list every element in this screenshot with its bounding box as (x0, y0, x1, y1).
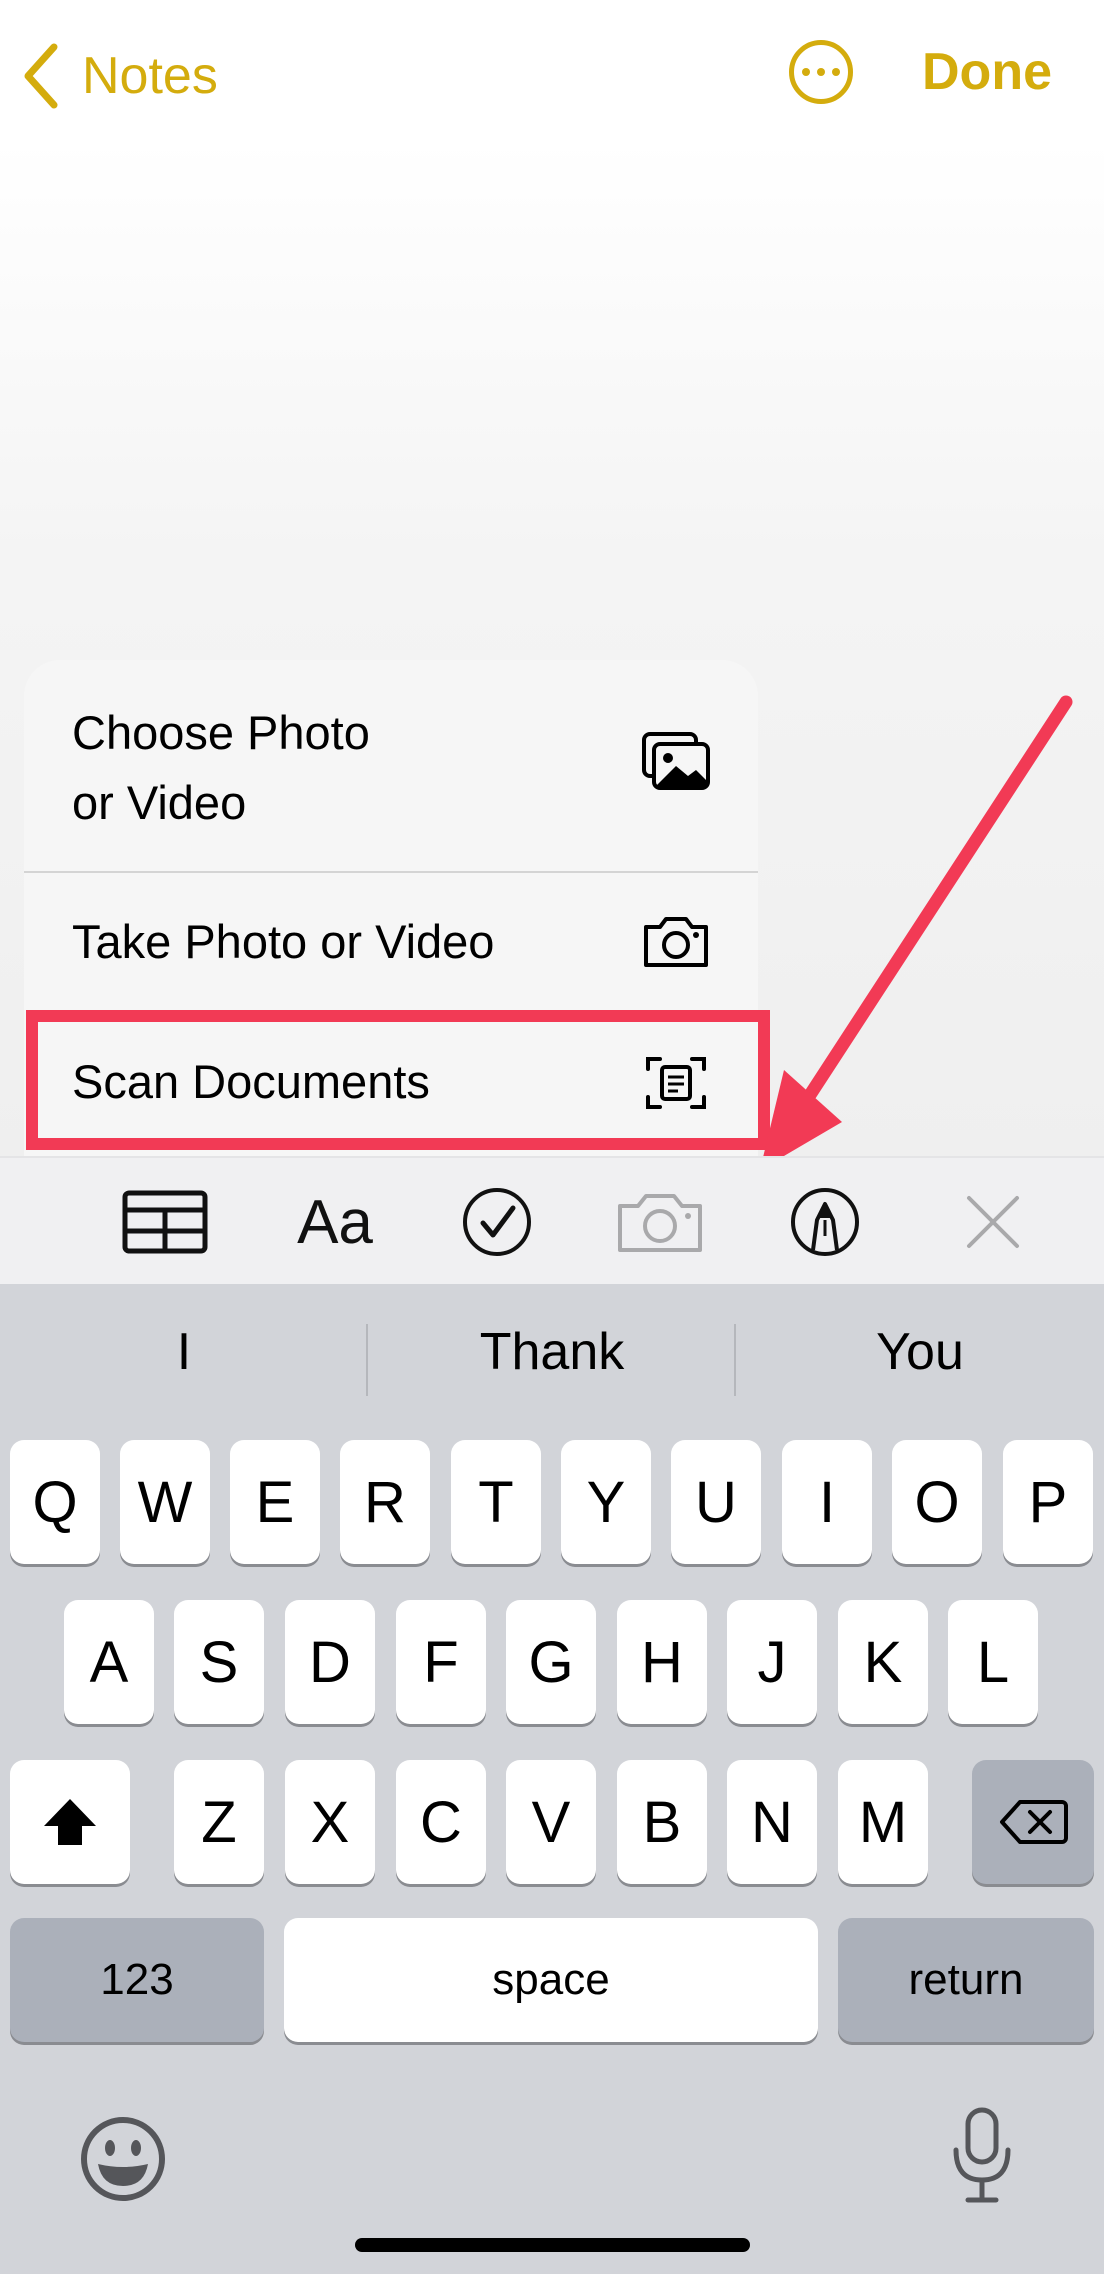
key-w[interactable]: W (120, 1440, 210, 1564)
predictive-suggestions-bar: I Thank You (0, 1284, 1104, 1419)
ellipsis-circle-icon (802, 68, 810, 76)
key-s[interactable]: S (174, 1600, 264, 1724)
key-i[interactable]: I (782, 1440, 872, 1564)
delete-key[interactable] (972, 1760, 1094, 1884)
key-z[interactable]: Z (174, 1760, 264, 1884)
camera-icon (618, 1194, 702, 1252)
close-toolbar-button[interactable] (948, 1186, 1038, 1258)
key-p[interactable]: P (1003, 1440, 1093, 1564)
return-key[interactable]: return (838, 1918, 1094, 2042)
key-l[interactable]: L (948, 1600, 1038, 1724)
numbers-key[interactable]: 123 (10, 1918, 264, 2042)
suggestion-item[interactable]: I (0, 1284, 368, 1419)
key-v[interactable]: V (506, 1760, 596, 1884)
shift-icon (44, 1799, 96, 1845)
key-k[interactable]: K (838, 1600, 928, 1724)
menu-item-label: Take Photo or Video (72, 915, 495, 968)
key-g[interactable]: G (506, 1600, 596, 1724)
delete-backspace-icon (1000, 1800, 1068, 1844)
suggestion-item[interactable]: You (736, 1284, 1104, 1419)
formatting-toolbar: Aa (0, 1156, 1104, 1284)
key-h[interactable]: H (617, 1600, 707, 1724)
key-b[interactable]: B (617, 1760, 707, 1884)
key-e[interactable]: E (230, 1440, 320, 1564)
checklist-button[interactable] (452, 1186, 542, 1258)
key-o[interactable]: O (892, 1440, 982, 1564)
label-line-1: Choose Photo (72, 706, 370, 759)
photo-library-icon (642, 732, 710, 790)
key-u[interactable]: U (671, 1440, 761, 1564)
annotation-highlight-box (26, 1010, 770, 1150)
menu-item-label: Choose Photo or Video (72, 698, 572, 838)
chevron-left-icon (24, 43, 58, 109)
back-label: Notes (82, 47, 218, 105)
table-button[interactable] (120, 1186, 210, 1258)
microphone-icon[interactable] (950, 2106, 1014, 2206)
key-q[interactable]: Q (10, 1440, 100, 1564)
markup-button[interactable] (780, 1186, 870, 1258)
key-f[interactable]: F (396, 1600, 486, 1724)
key-x[interactable]: X (285, 1760, 375, 1884)
key-m[interactable]: M (838, 1760, 928, 1884)
suggestion-item[interactable]: Thank (368, 1284, 736, 1419)
key-n[interactable]: N (727, 1760, 817, 1884)
key-c[interactable]: C (396, 1760, 486, 1884)
ellipsis-dot (817, 68, 825, 76)
done-button[interactable]: Done (922, 42, 1052, 102)
shift-key[interactable] (10, 1760, 130, 1884)
text-format-icon: Aa (297, 1187, 373, 1257)
emoji-icon[interactable] (78, 2114, 168, 2204)
key-r[interactable]: R (340, 1440, 430, 1564)
key-t[interactable]: T (451, 1440, 541, 1564)
space-key[interactable]: space (284, 1918, 818, 2042)
table-icon (122, 1190, 208, 1254)
key-a[interactable]: A (64, 1600, 154, 1724)
key-j[interactable]: J (727, 1600, 817, 1724)
camera-button[interactable] (615, 1186, 705, 1258)
home-indicator[interactable] (355, 2238, 750, 2252)
close-icon (967, 1196, 1019, 1248)
label-line-2: or Video (72, 776, 247, 829)
camera-icon (644, 917, 708, 967)
ellipsis-dot (832, 68, 840, 76)
more-options-button[interactable] (789, 40, 853, 104)
markup-pen-icon (791, 1188, 859, 1256)
menu-item-take-photo[interactable]: Take Photo or Video (24, 873, 758, 1011)
checklist-icon (463, 1188, 531, 1256)
back-button[interactable]: Notes (20, 36, 218, 116)
key-y[interactable]: Y (561, 1440, 651, 1564)
text-format-button[interactable]: Aa (290, 1186, 380, 1258)
menu-item-choose-photo[interactable]: Choose Photo or Video (24, 660, 758, 870)
key-d[interactable]: D (285, 1600, 375, 1724)
